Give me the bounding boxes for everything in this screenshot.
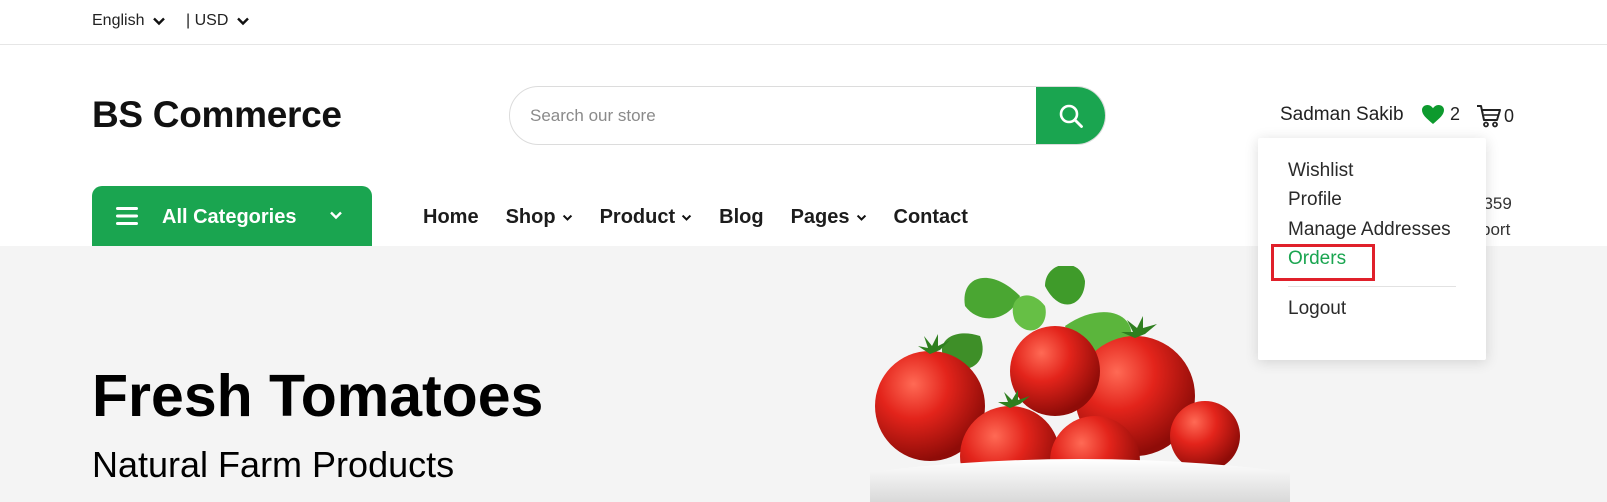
hero-title: Fresh Tomatoes (92, 363, 544, 429)
nav-pages-label: Pages (790, 206, 850, 228)
nav-shop[interactable]: Shop (506, 206, 573, 229)
search-icon (1059, 104, 1083, 128)
wishlist-count: 2 (1450, 104, 1461, 124)
chevron-down-icon (856, 214, 866, 221)
cart-icon (1477, 105, 1501, 128)
nav-contact[interactable]: Contact (894, 206, 968, 229)
cart-link[interactable]: 0 (1476, 104, 1514, 128)
tomato-bowl-image (870, 266, 1290, 502)
chevron-down-icon (330, 211, 342, 220)
currency-label: | USD (186, 12, 229, 29)
cart-count: 0 (1504, 105, 1515, 126)
nav-contact-label: Contact (893, 206, 968, 228)
wishlist-link[interactable]: 2 (1421, 104, 1460, 125)
language-selector[interactable]: English (92, 12, 166, 30)
chevron-down-icon (562, 214, 572, 221)
hero-subtitle: Natural Farm Products (92, 444, 455, 485)
nav-home[interactable]: Home (423, 206, 479, 229)
heart-icon (1422, 105, 1444, 124)
nav-shop-label: Shop (505, 206, 556, 228)
language-label: English (92, 12, 145, 29)
all-categories-label: All Categories (162, 206, 297, 228)
chevron-down-icon (681, 214, 692, 221)
search-bar (509, 86, 1106, 145)
menu-icon (116, 207, 138, 225)
chevron-down-icon (153, 17, 166, 26)
menu-item-manage-addresses[interactable]: Manage Addresses (1288, 219, 1451, 241)
search-input[interactable] (510, 87, 1038, 144)
account-dropdown-menu: Wishlist Profile Manage Addresses Orders… (1258, 138, 1486, 360)
search-button[interactable] (1036, 87, 1105, 144)
menu-divider (1288, 286, 1456, 287)
nav-product[interactable]: Product (600, 206, 693, 229)
nav-product-label: Product (599, 206, 676, 228)
nav-home-label: Home (423, 206, 479, 228)
menu-item-logout[interactable]: Logout (1288, 298, 1346, 320)
nav-blog[interactable]: Blog (719, 206, 763, 229)
currency-selector[interactable]: | USD (186, 12, 250, 30)
account-name[interactable]: Sadman Sakib (1280, 104, 1404, 126)
orders-highlight-box (1271, 244, 1375, 281)
all-categories-button[interactable]: All Categories (92, 186, 372, 246)
site-logo[interactable]: BS Commerce (92, 94, 342, 136)
main-nav: Home Shop Product Blog Pages Contact (423, 206, 995, 229)
top-bar: English | USD (0, 0, 1607, 45)
menu-item-wishlist[interactable]: Wishlist (1288, 160, 1353, 182)
menu-item-profile[interactable]: Profile (1288, 189, 1342, 211)
nav-pages[interactable]: Pages (791, 206, 867, 229)
chevron-down-icon (237, 17, 250, 26)
nav-blog-label: Blog (719, 206, 764, 228)
